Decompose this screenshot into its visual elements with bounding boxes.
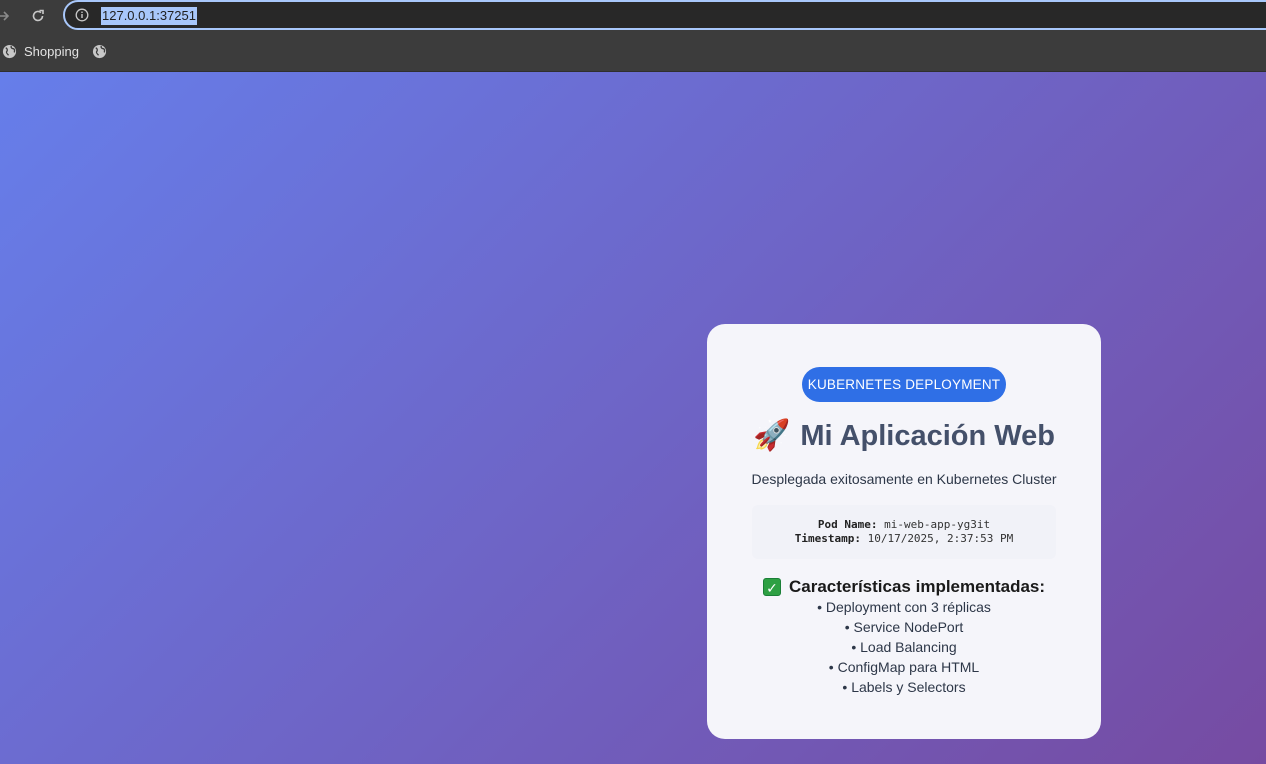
features-title: Características implementadas: bbox=[788, 577, 1046, 596]
list-item: • Deployment con 3 réplicas bbox=[817, 599, 991, 615]
forward-button[interactable] bbox=[0, 4, 16, 28]
title-row: 🚀 Mi Aplicación Web bbox=[707, 416, 1101, 456]
page-title: Mi Aplicación Web bbox=[800, 419, 1055, 452]
bookmark-label: Shopping bbox=[24, 43, 79, 59]
check-icon: ✓ bbox=[762, 578, 781, 596]
timestamp-value: 10/17/2025, 2:37:53 PM bbox=[867, 532, 1014, 545]
app-card: KUBERNETES DEPLOYMENT 🚀 Mi Aplicación We… bbox=[707, 324, 1101, 739]
bookmarks-bar: Shopping bbox=[0, 32, 1266, 72]
rocket-icon: 🚀 bbox=[753, 419, 791, 452]
deployment-badge: KUBERNETES DEPLOYMENT bbox=[802, 367, 1006, 402]
reload-icon bbox=[32, 9, 44, 22]
features-heading: ✓ Características implementadas: bbox=[707, 575, 1101, 599]
url-text[interactable]: 127.0.0.1:37251 bbox=[101, 7, 197, 25]
pod-info-box: Pod Name: mi-web-app-yg3it Timestamp: 10… bbox=[752, 505, 1056, 559]
timestamp-row: Timestamp: 10/17/2025, 2:37:53 PM bbox=[752, 532, 1056, 546]
list-item: • ConfigMap para HTML bbox=[828, 659, 980, 675]
page-viewport: KUBERNETES DEPLOYMENT 🚀 Mi Aplicación We… bbox=[0, 72, 1266, 764]
pod-name-value: mi-web-app-yg3it bbox=[884, 518, 991, 531]
globe-icon bbox=[92, 44, 107, 58]
features-list: • Deployment con 3 réplicas • Service No… bbox=[707, 597, 1101, 697]
list-item: • Load Balancing bbox=[851, 639, 957, 655]
site-info-icon[interactable] bbox=[73, 6, 91, 24]
bookmark-globe[interactable] bbox=[92, 42, 114, 60]
address-bar[interactable]: 127.0.0.1:37251 bbox=[63, 0, 1266, 30]
arrow-right-icon bbox=[0, 11, 10, 21]
list-item: • Service NodePort bbox=[844, 619, 964, 635]
timestamp-label: Timestamp: bbox=[794, 532, 861, 545]
list-item: • Labels y Selectors bbox=[842, 679, 966, 695]
globe-icon bbox=[2, 44, 17, 58]
pod-name-row: Pod Name: mi-web-app-yg3it bbox=[752, 518, 1056, 532]
reload-button[interactable] bbox=[26, 4, 50, 28]
page-subtitle: Desplegada exitosamente en Kubernetes Cl… bbox=[751, 471, 1057, 487]
bookmark-shopping[interactable]: Shopping bbox=[2, 42, 79, 60]
browser-toolbar: 127.0.0.1:37251 bbox=[0, 0, 1266, 32]
pod-name-label: Pod Name: bbox=[817, 518, 878, 531]
